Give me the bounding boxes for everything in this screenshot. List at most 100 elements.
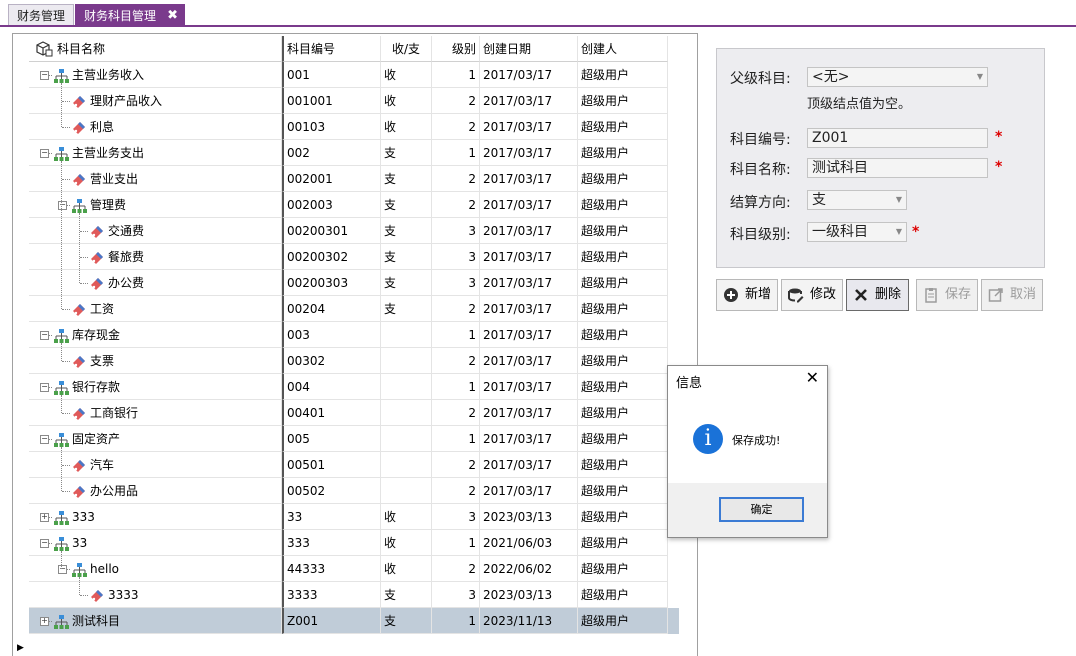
cell-code[interactable]: 002003	[282, 192, 381, 218]
cell-level[interactable]: 3	[432, 582, 480, 608]
cell-direction[interactable]: 收	[381, 114, 432, 140]
cell-name[interactable]: 办公费	[29, 270, 282, 296]
cell-code[interactable]: 3333	[282, 582, 381, 608]
edit-button[interactable]: 修改	[781, 279, 843, 311]
cell-level[interactable]: 3	[432, 218, 480, 244]
cell-created[interactable]: 2017/03/17	[480, 374, 578, 400]
cell-name[interactable]: − 银行存款	[29, 374, 282, 400]
cell-creator[interactable]: 超级用户	[578, 140, 668, 166]
table-row[interactable]: − 主营业务收入 001 收 1 2017/03/17 超级用户	[29, 62, 679, 88]
collapse-toggle-icon[interactable]: −	[58, 565, 67, 574]
cell-creator[interactable]: 超级用户	[578, 608, 668, 634]
cell-code[interactable]: 00401	[282, 400, 381, 426]
cell-direction[interactable]: 收	[381, 556, 432, 582]
cell-creator[interactable]: 超级用户	[578, 348, 668, 374]
tab-close-icon[interactable]: ✖	[167, 5, 178, 27]
cell-level[interactable]: 2	[432, 88, 480, 114]
cell-name[interactable]: − 库存现金	[29, 322, 282, 348]
cell-name[interactable]: − hello	[29, 556, 282, 582]
column-header-code[interactable]: 科目编号	[282, 36, 381, 62]
cell-direction[interactable]: 支	[381, 218, 432, 244]
cell-level[interactable]: 2	[432, 114, 480, 140]
cell-code[interactable]: 33	[282, 504, 381, 530]
cell-created[interactable]: 2017/03/17	[480, 270, 578, 296]
cell-name[interactable]: 利息	[29, 114, 282, 140]
cell-level[interactable]: 1	[432, 530, 480, 556]
cell-code[interactable]: 00200303	[282, 270, 381, 296]
table-row[interactable]: 营业支出 002001 支 2 2017/03/17 超级用户	[29, 166, 679, 192]
cell-name[interactable]: 工商银行	[29, 400, 282, 426]
cell-level[interactable]: 2	[432, 556, 480, 582]
cell-created[interactable]: 2023/03/13	[480, 582, 578, 608]
table-row[interactable]: 汽车 00501 2 2017/03/17 超级用户	[29, 452, 679, 478]
cell-direction[interactable]: 收	[381, 62, 432, 88]
table-row[interactable]: 支票 00302 2 2017/03/17 超级用户	[29, 348, 679, 374]
cell-code[interactable]: 001	[282, 62, 381, 88]
cell-creator[interactable]: 超级用户	[578, 62, 668, 88]
settlement-direction-select[interactable]: 支 ▼	[807, 190, 907, 210]
cell-level[interactable]: 2	[432, 452, 480, 478]
tab-finance-management[interactable]: 财务管理	[8, 4, 74, 26]
dialog-ok-button[interactable]: 确定	[719, 497, 804, 522]
table-row[interactable]: − 管理费 002003 支 2 2017/03/17 超级用户	[29, 192, 679, 218]
expand-toggle-icon[interactable]: +	[40, 513, 49, 522]
cell-name[interactable]: 理财产品收入	[29, 88, 282, 114]
collapse-toggle-icon[interactable]: −	[40, 383, 49, 392]
cell-created[interactable]: 2017/03/17	[480, 348, 578, 374]
cell-created[interactable]: 2017/03/17	[480, 296, 578, 322]
cell-created[interactable]: 2023/03/13	[480, 504, 578, 530]
cell-creator[interactable]: 超级用户	[578, 88, 668, 114]
cell-level[interactable]: 2	[432, 400, 480, 426]
cell-direction[interactable]	[381, 322, 432, 348]
cell-direction[interactable]: 支	[381, 244, 432, 270]
cell-level[interactable]: 2	[432, 192, 480, 218]
table-row[interactable]: +333 33 收 3 2023/03/13 超级用户	[29, 504, 679, 530]
table-row[interactable]: − 固定资产 005 1 2017/03/17 超级用户	[29, 426, 679, 452]
table-row[interactable]: − 银行存款 004 1 2017/03/17 超级用户	[29, 374, 679, 400]
cell-direction[interactable]	[381, 374, 432, 400]
cell-creator[interactable]: 超级用户	[578, 582, 668, 608]
cell-creator[interactable]: 超级用户	[578, 244, 668, 270]
cell-direction[interactable]: 支	[381, 166, 432, 192]
table-row[interactable]: −33 333 收 1 2021/06/03 超级用户	[29, 530, 679, 556]
cell-creator[interactable]: 超级用户	[578, 166, 668, 192]
cell-created[interactable]: 2017/03/17	[480, 478, 578, 504]
column-header-name[interactable]: 科目名称	[29, 36, 282, 62]
cell-name[interactable]: + 测试科目	[29, 608, 282, 634]
table-row[interactable]: 交通费 00200301 支 3 2017/03/17 超级用户	[29, 218, 679, 244]
table-row[interactable]: 理财产品收入 001001 收 2 2017/03/17 超级用户	[29, 88, 679, 114]
add-button[interactable]: 新增	[716, 279, 778, 311]
cell-direction[interactable]	[381, 400, 432, 426]
cell-created[interactable]: 2017/03/17	[480, 218, 578, 244]
cell-name[interactable]: 汽车	[29, 452, 282, 478]
cell-code[interactable]: 00204	[282, 296, 381, 322]
cell-direction[interactable]	[381, 452, 432, 478]
cell-level[interactable]: 1	[432, 322, 480, 348]
cell-created[interactable]: 2017/03/17	[480, 62, 578, 88]
cell-code[interactable]: 00501	[282, 452, 381, 478]
expand-toggle-icon[interactable]: +	[40, 617, 49, 626]
cell-creator[interactable]: 超级用户	[578, 400, 668, 426]
cell-code[interactable]: 44333	[282, 556, 381, 582]
cell-code[interactable]: 00200301	[282, 218, 381, 244]
save-button[interactable]: 保存	[916, 279, 978, 311]
column-header-creator[interactable]: 创建人	[578, 36, 668, 62]
delete-button[interactable]: 删除	[846, 279, 909, 311]
cell-name[interactable]: 交通费	[29, 218, 282, 244]
cell-direction[interactable]	[381, 348, 432, 374]
cell-creator[interactable]: 超级用户	[578, 270, 668, 296]
cell-created[interactable]: 2017/03/17	[480, 140, 578, 166]
cell-direction[interactable]: 支	[381, 140, 432, 166]
collapse-toggle-icon[interactable]: −	[58, 201, 67, 210]
cell-creator[interactable]: 超级用户	[578, 114, 668, 140]
cell-level[interactable]: 3	[432, 244, 480, 270]
dialog-close-icon[interactable]: ✕	[806, 368, 819, 387]
cell-name[interactable]: 餐旅费	[29, 244, 282, 270]
cell-creator[interactable]: 超级用户	[578, 192, 668, 218]
cell-name[interactable]: − 主营业务支出	[29, 140, 282, 166]
cell-code[interactable]: 001001	[282, 88, 381, 114]
cell-direction[interactable]: 收	[381, 88, 432, 114]
cell-level[interactable]: 1	[432, 62, 480, 88]
cell-code[interactable]: 00103	[282, 114, 381, 140]
cell-direction[interactable]	[381, 426, 432, 452]
